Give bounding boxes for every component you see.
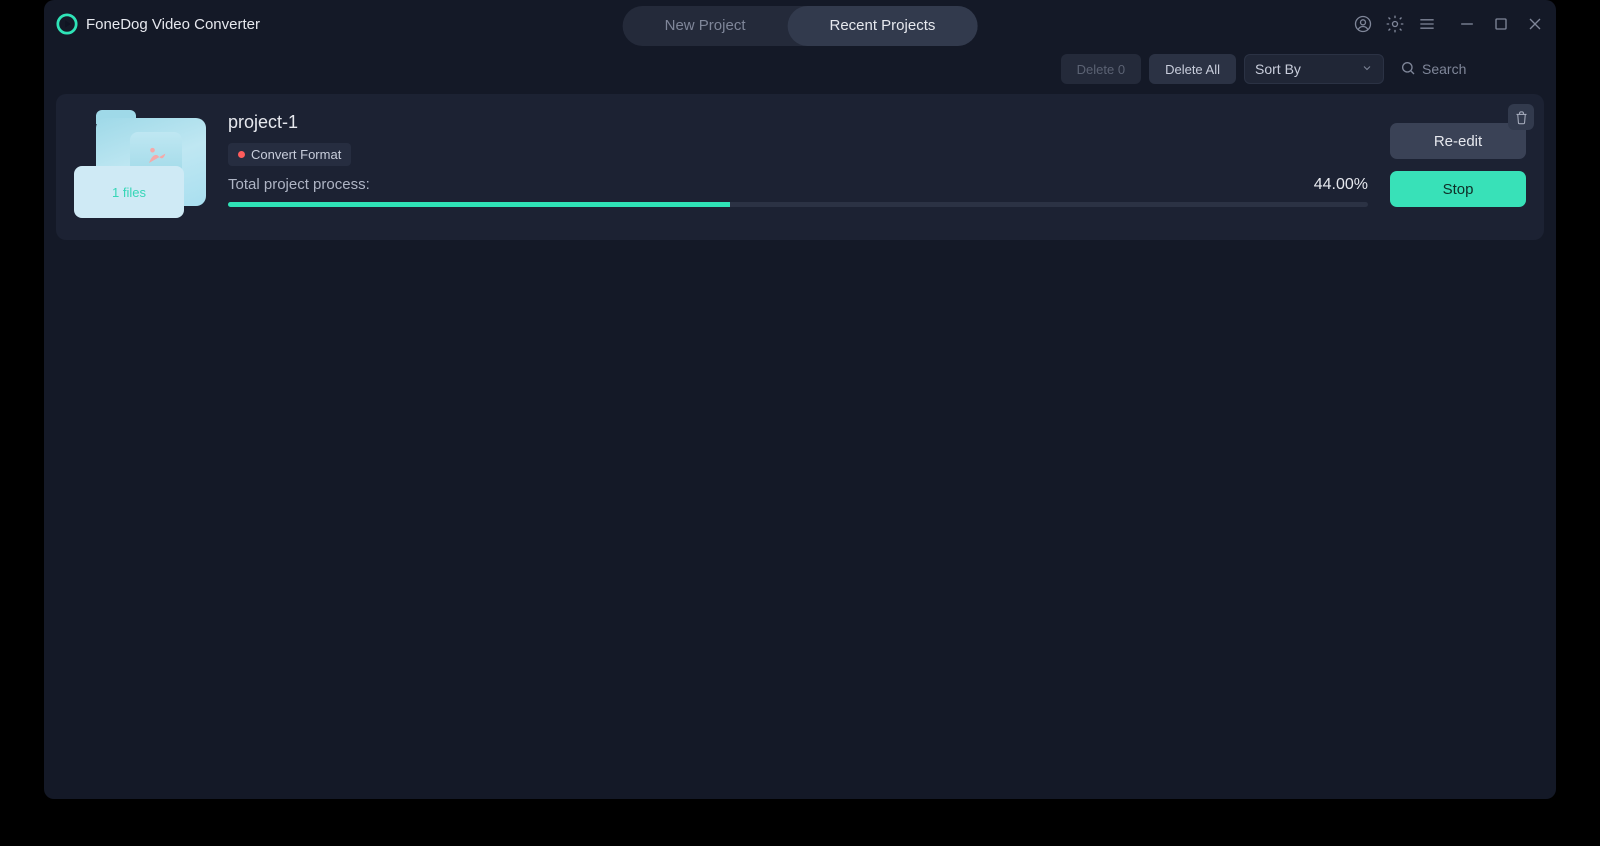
app-title: FoneDog Video Converter (86, 16, 260, 33)
progress-section: Total project process: 44.00% (228, 176, 1368, 218)
app-brand: FoneDog Video Converter (56, 13, 260, 35)
titlebar: FoneDog Video Converter New Project Rece… (44, 0, 1556, 48)
project-actions: Re-edit Stop (1390, 112, 1526, 218)
tabs: New Project Recent Projects (623, 6, 978, 46)
project-thumbnail: 1 files (74, 118, 206, 218)
project-tag: Convert Format (228, 143, 351, 166)
stop-button[interactable]: Stop (1390, 171, 1526, 207)
gear-icon[interactable] (1384, 13, 1406, 35)
toolbar: Delete 0 Delete All Sort By (44, 48, 1556, 94)
project-card: 1 files project-1 Convert Format Total p… (56, 94, 1544, 240)
progress-label: Total project process: (228, 176, 370, 193)
delete-count-button: Delete 0 (1061, 54, 1141, 84)
account-icon[interactable] (1352, 13, 1374, 35)
files-count-badge: 1 files (74, 166, 184, 218)
titlebar-right (1352, 13, 1546, 35)
files-count-label: 1 files (112, 185, 146, 200)
sort-by-select[interactable]: Sort By (1244, 54, 1384, 84)
window-controls (1456, 13, 1546, 35)
delete-all-button[interactable]: Delete All (1149, 54, 1236, 84)
close-icon[interactable] (1524, 13, 1546, 35)
chevron-down-icon (1361, 61, 1373, 77)
search-input[interactable] (1422, 61, 1542, 77)
menu-icon[interactable] (1416, 13, 1438, 35)
progress-bar (228, 202, 1368, 207)
delete-project-button[interactable] (1508, 104, 1534, 130)
progress-percent: 44.00% (1314, 176, 1368, 194)
app-window: FoneDog Video Converter New Project Rece… (44, 0, 1556, 799)
minimize-icon[interactable] (1456, 13, 1478, 35)
sort-by-label: Sort By (1255, 61, 1301, 77)
tab-recent-projects[interactable]: Recent Projects (787, 6, 977, 46)
search-box[interactable] (1392, 60, 1542, 79)
reedit-button[interactable]: Re-edit (1390, 123, 1526, 159)
project-info: project-1 Convert Format Total project p… (228, 112, 1368, 218)
project-name: project-1 (228, 112, 1368, 133)
search-icon (1400, 60, 1416, 79)
tab-new-project[interactable]: New Project (623, 6, 788, 46)
app-logo-icon (56, 13, 78, 35)
maximize-icon[interactable] (1490, 13, 1512, 35)
project-tag-label: Convert Format (251, 147, 341, 162)
progress-bar-fill (228, 202, 730, 207)
status-dot-icon (238, 151, 245, 158)
